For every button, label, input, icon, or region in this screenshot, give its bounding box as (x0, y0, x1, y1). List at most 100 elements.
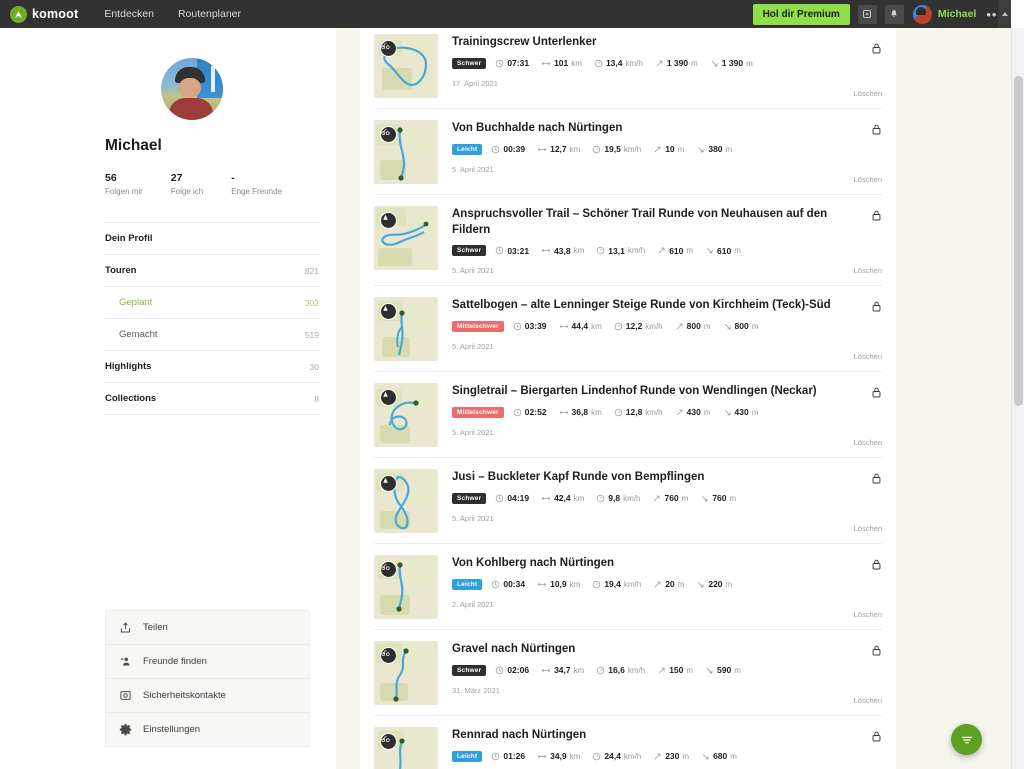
tour-info: Anspruchsvoller Trail – Schöner Trail Ru… (452, 206, 882, 275)
private-lock-icon[interactable] (871, 472, 882, 490)
delete-link[interactable]: Löschen (854, 352, 882, 361)
delete-link[interactable]: Löschen (854, 524, 882, 533)
stat-duration: 00:39 (491, 144, 525, 154)
stat-following[interactable]: 27 Folge ich (171, 172, 203, 196)
save-collection-icon[interactable] (857, 4, 877, 24)
private-lock-icon[interactable] (871, 42, 882, 60)
filter-fab-button[interactable] (951, 724, 982, 755)
left-gutter (0, 28, 88, 769)
tour-title[interactable]: Singletrail – Biergarten Lindenhof Runde… (452, 384, 860, 400)
user-name-link[interactable]: Michael (938, 8, 977, 20)
menu-item-einstellungen[interactable]: Einstellungen (106, 713, 309, 746)
stat-duration: 03:21 (495, 246, 529, 256)
stat-followers[interactable]: 56 Folgen mir (105, 172, 143, 196)
private-lock-icon[interactable] (871, 123, 882, 141)
tour-map-thumbnail[interactable] (374, 469, 438, 534)
distance-unit: km (571, 58, 582, 68)
tour-row[interactable]: Von Kohlberg nach Nürtingen Leicht 00:34… (374, 544, 882, 631)
private-lock-icon[interactable] (871, 300, 882, 318)
difficulty-badge: Mittelschwer (452, 320, 504, 332)
delete-link[interactable]: Löschen (854, 438, 882, 447)
private-lock-icon[interactable] (871, 209, 882, 227)
profile-avatar[interactable] (161, 58, 223, 120)
descent-unit: m (751, 407, 759, 417)
window-scroll-up-arrow[interactable] (998, 0, 1011, 28)
stat-close-friends[interactable]: - Enge Freunde (231, 172, 282, 196)
tour-title[interactable]: Trainingscrew Unterlenker (452, 35, 860, 51)
private-lock-icon[interactable] (871, 558, 882, 576)
tour-map-thumbnail[interactable] (374, 555, 438, 620)
tour-title[interactable]: Von Kohlberg nach Nürtingen (452, 556, 860, 572)
tour-row[interactable]: Rennrad nach Nürtingen Leicht 01:26 34,9… (374, 716, 882, 769)
tour-title[interactable]: Von Buchhalde nach Nürtingen (452, 121, 860, 137)
delete-link[interactable]: Löschen (854, 610, 882, 619)
nav-link-routenplaner[interactable]: Routenplaner (178, 8, 241, 20)
premium-button[interactable]: Hol dir Premium (752, 3, 850, 25)
stat-duration: 04:19 (495, 493, 529, 503)
nav-link-entdecken[interactable]: Entdecken (104, 8, 154, 20)
tour-map-thumbnail[interactable] (374, 641, 438, 706)
sidebar-bottom-menu: Teilen Freunde finden Sicherheitskontakt… (105, 610, 310, 747)
tour-map-thumbnail[interactable] (374, 383, 438, 448)
ascent-arrow-icon (658, 247, 665, 254)
sidebar-item-gemacht[interactable]: Gemacht 519 (105, 319, 319, 351)
private-lock-icon[interactable] (871, 386, 882, 404)
sidebar-item-geplant[interactable]: Geplant 302 (105, 287, 319, 319)
notifications-bell-icon[interactable] (884, 4, 904, 24)
menu-item-label: Einstellungen (143, 724, 201, 735)
sidebar-item-count: 821 (304, 265, 319, 276)
tour-row[interactable]: Sattelbogen – alte Lenninger Steige Rund… (374, 286, 882, 373)
sidebar-item-collections[interactable]: Collections 8 (105, 383, 319, 415)
sidebar-item-highlights[interactable]: Highlights 30 (105, 351, 319, 383)
menu-item-sicherheitskontakte[interactable]: Sicherheitskontakte (106, 679, 309, 713)
private-lock-icon[interactable] (871, 730, 882, 748)
descent-value: 760 (712, 493, 727, 504)
tour-row[interactable]: Gravel nach Nürtingen Schwer 02:06 34,7 … (374, 630, 882, 717)
delete-link[interactable]: Löschen (854, 175, 882, 184)
tour-row[interactable]: Anspruchsvoller Trail – Schöner Trail Ru… (374, 195, 882, 287)
tour-map-thumbnail[interactable] (374, 34, 438, 98)
tour-row[interactable]: Jusi – Buckleter Kapf Runde von Bempflin… (374, 458, 882, 545)
sport-type-icon (380, 561, 397, 579)
tour-info: Von Kohlberg nach Nürtingen Leicht 00:34… (452, 555, 882, 619)
delete-link[interactable]: Löschen (854, 696, 882, 705)
tour-map-thumbnail[interactable] (374, 727, 438, 769)
descent-value: 1 390 (721, 58, 744, 69)
tour-title[interactable]: Rennrad nach Nürtingen (452, 728, 860, 744)
tour-title[interactable]: Sattelbogen – alte Lenninger Steige Rund… (452, 298, 860, 314)
tour-title[interactable]: Gravel nach Nürtingen (452, 642, 860, 658)
descent-arrow-icon (706, 247, 713, 254)
menu-item-teilen[interactable]: Teilen (106, 611, 309, 645)
tour-map-thumbnail[interactable] (374, 297, 438, 362)
tour-footer: 17. April 2021 (452, 79, 860, 88)
tour-stats: Leicht 00:39 12,7 km 19,5 km/h 10 m 380 … (452, 143, 860, 155)
tour-title[interactable]: Anspruchsvoller Trail – Schöner Trail Ru… (452, 207, 860, 238)
menu-item-freunde-finden[interactable]: Freunde finden (106, 645, 309, 679)
tour-title[interactable]: Jusi – Buckleter Kapf Runde von Bempflin… (452, 470, 860, 486)
stat-descent: 1 390 m (710, 58, 753, 68)
delete-link[interactable]: Löschen (854, 89, 882, 98)
duration-value: 00:34 (503, 579, 526, 590)
speed-icon (593, 752, 601, 760)
delete-link[interactable]: Löschen (854, 266, 882, 275)
tour-map-thumbnail[interactable] (374, 206, 438, 270)
avatar[interactable] (912, 4, 932, 24)
speed-icon (614, 322, 622, 330)
distance-value: 12,7 (550, 144, 567, 155)
clock-icon (492, 580, 500, 588)
tour-date: 17. April 2021 (452, 78, 498, 88)
tour-row[interactable]: Singletrail – Biergarten Lindenhof Runde… (374, 372, 882, 459)
tour-map-thumbnail[interactable] (374, 120, 438, 184)
distance-value: 34,9 (550, 751, 567, 762)
page-scrollbar-thumb[interactable] (1014, 76, 1023, 406)
stat-speed: 12,2 km/h (614, 321, 663, 331)
sidebar-item-touren[interactable]: Touren 821 (105, 255, 319, 287)
distance-unit: km (569, 751, 581, 761)
sidebar-item-dein-profil[interactable]: Dein Profil (105, 222, 319, 255)
private-lock-icon[interactable] (871, 644, 882, 662)
tour-row[interactable]: Von Buchhalde nach Nürtingen Leicht 00:3… (374, 109, 882, 195)
komoot-logo-icon (10, 5, 27, 23)
page-scrollbar-track[interactable] (1011, 28, 1024, 769)
brand-logo-link[interactable]: komoot (10, 5, 78, 23)
tour-row[interactable]: Trainingscrew Unterlenker Schwer 07:31 1… (374, 28, 882, 109)
